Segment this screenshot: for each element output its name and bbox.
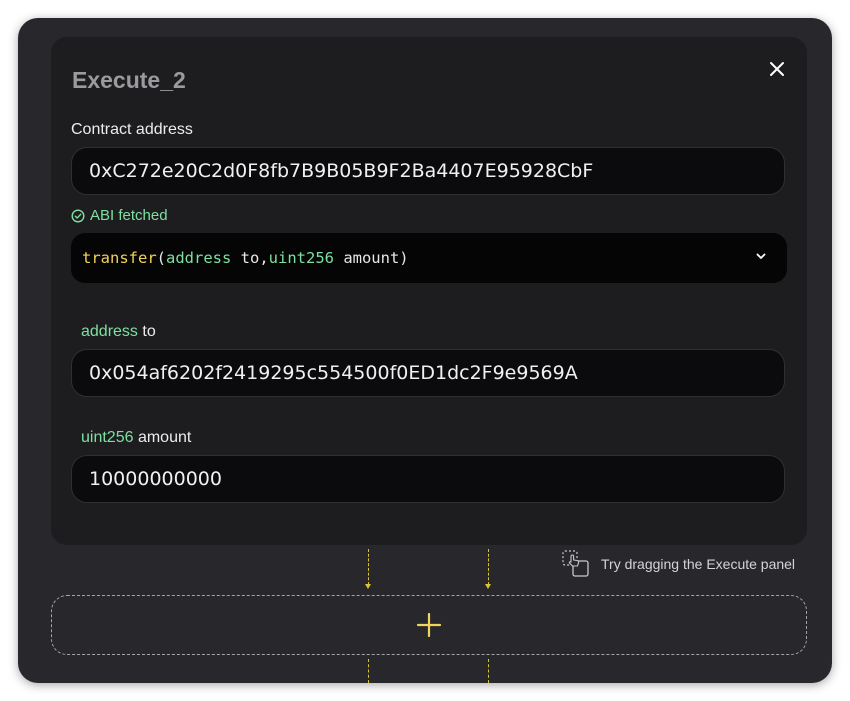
check-circle-icon	[71, 209, 85, 223]
param-amount-type: uint256	[81, 429, 134, 446]
close-icon	[770, 62, 784, 76]
param-amount-label: uint256 amount	[81, 428, 191, 448]
param-amount-value: 10000000000	[89, 468, 222, 490]
param-to-input[interactable]: 0x054af6202f2419295c554500f0ED1dc2F9e956…	[71, 349, 785, 397]
function-select[interactable]: transfer(address to,uint256 amount)	[71, 233, 787, 283]
chevron-down-icon	[756, 253, 766, 259]
connector-right-bottom	[488, 659, 489, 683]
contract-address-input[interactable]: 0xC272e20C2d0F8fb7B9B05B9F2Ba4407E95928C…	[71, 147, 785, 195]
connector-left-arrow	[365, 584, 371, 589]
connector-right-arrow	[485, 584, 491, 589]
param1-name: to,	[231, 249, 269, 267]
param-to-name: to	[142, 323, 156, 340]
param1-type: address	[166, 249, 232, 267]
close-button[interactable]	[763, 55, 791, 83]
function-signature: transfer(address to,uint256 amount)	[82, 249, 409, 267]
connector-right-top	[488, 549, 489, 585]
abi-status: ABI fetched	[71, 207, 168, 225]
function-name: transfer	[82, 249, 157, 267]
param-amount-name: amount	[137, 429, 192, 446]
panel-title: Execute_2	[72, 67, 186, 93]
workflow-canvas: Execute_2 Contract address 0xC272e20C2d0…	[18, 18, 832, 683]
contract-address-label: Contract address	[71, 121, 193, 138]
drag-hint-text: Try dragging the Execute panel	[601, 555, 796, 572]
param-to-label: address to	[81, 322, 156, 342]
drag-icon	[562, 550, 589, 577]
drag-hint: Try dragging the Execute panel	[562, 550, 795, 577]
param2-type: uint256	[268, 249, 334, 267]
abi-status-text: ABI fetched	[90, 207, 168, 224]
param-amount-input[interactable]: 10000000000	[71, 455, 785, 503]
param2-name: amount)	[333, 249, 409, 267]
param-to-type: address	[81, 323, 138, 340]
param-to-value: 0x054af6202f2419295c554500f0ED1dc2F9e956…	[89, 362, 578, 384]
add-block-dropzone[interactable]	[51, 595, 807, 655]
function-open-paren: (	[156, 249, 166, 267]
plus-icon	[416, 612, 442, 638]
execute-panel[interactable]: Execute_2 Contract address 0xC272e20C2d0…	[51, 37, 807, 545]
connector-left-bottom	[368, 659, 369, 683]
contract-address-value: 0xC272e20C2d0F8fb7B9B05B9F2Ba4407E95928C…	[89, 160, 594, 182]
connector-left-top	[368, 549, 369, 585]
